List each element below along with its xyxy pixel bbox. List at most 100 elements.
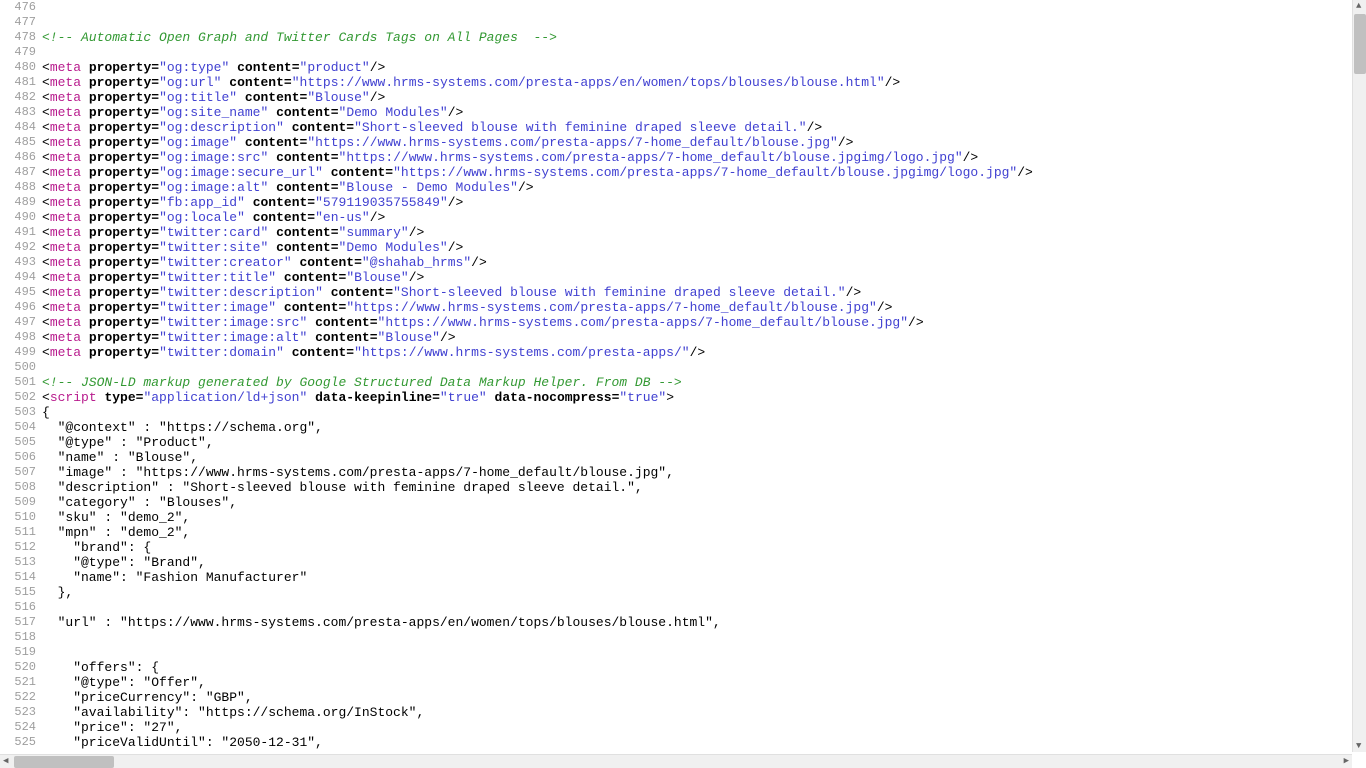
code-line[interactable]: <meta property="og:site_name" content="D… [42, 105, 1366, 120]
line-number: 486 [0, 150, 36, 165]
horizontal-scrollbar[interactable]: ◀ ▶ [0, 754, 1352, 768]
code-line[interactable]: "sku" : "demo_2", [42, 510, 1366, 525]
line-number-gutter: 4764774784794804814824834844854864874884… [0, 0, 42, 752]
line-number: 476 [0, 0, 36, 15]
line-number: 504 [0, 420, 36, 435]
code-line[interactable] [42, 45, 1366, 60]
code-line[interactable] [42, 600, 1366, 615]
horizontal-scroll-thumb[interactable] [14, 756, 114, 768]
line-number: 511 [0, 525, 36, 540]
line-number: 524 [0, 720, 36, 735]
code-line[interactable]: <meta property="og:title" content="Blous… [42, 90, 1366, 105]
code-line[interactable]: "availability": "https://schema.org/InSt… [42, 705, 1366, 720]
line-number: 508 [0, 480, 36, 495]
line-number: 507 [0, 465, 36, 480]
line-number: 482 [0, 90, 36, 105]
line-number: 525 [0, 735, 36, 750]
code-line[interactable]: <meta property="og:type" content="produc… [42, 60, 1366, 75]
vertical-scrollbar[interactable]: ▲ ▼ [1352, 0, 1366, 752]
code-line[interactable]: <meta property="og:image:src" content="h… [42, 150, 1366, 165]
code-line[interactable]: <meta property="twitter:title" content="… [42, 270, 1366, 285]
line-number: 512 [0, 540, 36, 555]
line-number: 480 [0, 60, 36, 75]
line-number: 506 [0, 450, 36, 465]
code-line[interactable] [42, 15, 1366, 30]
line-number: 502 [0, 390, 36, 405]
line-number: 516 [0, 600, 36, 615]
code-line[interactable]: "name": "Fashion Manufacturer" [42, 570, 1366, 585]
line-number: 517 [0, 615, 36, 630]
line-number: 487 [0, 165, 36, 180]
code-line[interactable]: <script type="application/ld+json" data-… [42, 390, 1366, 405]
scroll-up-icon[interactable]: ▲ [1356, 1, 1361, 11]
line-number: 514 [0, 570, 36, 585]
code-area[interactable]: <!-- Automatic Open Graph and Twitter Ca… [42, 0, 1366, 752]
vertical-scroll-thumb[interactable] [1354, 14, 1366, 74]
code-line[interactable]: <meta property="twitter:image:alt" conte… [42, 330, 1366, 345]
code-line[interactable]: "offers": { [42, 660, 1366, 675]
code-line[interactable]: <meta property="og:url" content="https:/… [42, 75, 1366, 90]
code-line[interactable]: "@type": "Brand", [42, 555, 1366, 570]
line-number: 501 [0, 375, 36, 390]
code-line[interactable]: <!-- Automatic Open Graph and Twitter Ca… [42, 30, 1366, 45]
code-line[interactable] [42, 360, 1366, 375]
line-number: 518 [0, 630, 36, 645]
line-number: 513 [0, 555, 36, 570]
scroll-down-icon[interactable]: ▼ [1356, 741, 1361, 751]
code-line[interactable]: }, [42, 585, 1366, 600]
code-line[interactable] [42, 645, 1366, 660]
line-number: 499 [0, 345, 36, 360]
scroll-right-icon[interactable]: ▶ [1344, 756, 1349, 766]
line-number: 496 [0, 300, 36, 315]
line-number: 481 [0, 75, 36, 90]
line-number: 494 [0, 270, 36, 285]
line-number: 493 [0, 255, 36, 270]
line-number: 479 [0, 45, 36, 60]
code-line[interactable]: { [42, 405, 1366, 420]
code-line[interactable]: "priceCurrency": "GBP", [42, 690, 1366, 705]
code-line[interactable]: "@context" : "https://schema.org", [42, 420, 1366, 435]
code-line[interactable]: "mpn" : "demo_2", [42, 525, 1366, 540]
line-number: 503 [0, 405, 36, 420]
line-number: 497 [0, 315, 36, 330]
code-line[interactable]: "brand": { [42, 540, 1366, 555]
code-line[interactable]: "url" : "https://www.hrms-systems.com/pr… [42, 615, 1366, 630]
line-number: 505 [0, 435, 36, 450]
code-line[interactable]: <meta property="og:image" content="https… [42, 135, 1366, 150]
code-line[interactable]: <meta property="twitter:image" content="… [42, 300, 1366, 315]
code-line[interactable]: "description" : "Short-sleeved blouse wi… [42, 480, 1366, 495]
code-line[interactable]: <meta property="og:description" content=… [42, 120, 1366, 135]
line-number: 521 [0, 675, 36, 690]
code-line[interactable]: "price": "27", [42, 720, 1366, 735]
scroll-left-icon[interactable]: ◀ [3, 756, 8, 766]
code-editor[interactable]: 4764774784794804814824834844854864874884… [0, 0, 1366, 752]
code-line[interactable]: <meta property="fb:app_id" content="5791… [42, 195, 1366, 210]
line-number: 490 [0, 210, 36, 225]
code-line[interactable]: "@type" : "Product", [42, 435, 1366, 450]
code-line[interactable]: <meta property="twitter:domain" content=… [42, 345, 1366, 360]
line-number: 483 [0, 105, 36, 120]
code-line[interactable]: "category" : "Blouses", [42, 495, 1366, 510]
code-line[interactable]: <meta property="og:locale" content="en-u… [42, 210, 1366, 225]
code-line[interactable] [42, 0, 1366, 15]
line-number: 484 [0, 120, 36, 135]
code-line[interactable]: "@type": "Offer", [42, 675, 1366, 690]
line-number: 491 [0, 225, 36, 240]
code-line[interactable]: <meta property="twitter:card" content="s… [42, 225, 1366, 240]
line-number: 522 [0, 690, 36, 705]
line-number: 477 [0, 15, 36, 30]
line-number: 515 [0, 585, 36, 600]
code-line[interactable]: <meta property="twitter:site" content="D… [42, 240, 1366, 255]
line-number: 509 [0, 495, 36, 510]
code-line[interactable]: <meta property="twitter:description" con… [42, 285, 1366, 300]
code-line[interactable]: <meta property="og:image:alt" content="B… [42, 180, 1366, 195]
code-line[interactable]: "priceValidUntil": "2050-12-31", [42, 735, 1366, 750]
code-line[interactable]: "image" : "https://www.hrms-systems.com/… [42, 465, 1366, 480]
code-line[interactable]: <meta property="twitter:creator" content… [42, 255, 1366, 270]
line-number: 489 [0, 195, 36, 210]
code-line[interactable]: <!-- JSON-LD markup generated by Google … [42, 375, 1366, 390]
code-line[interactable]: <meta property="twitter:image:src" conte… [42, 315, 1366, 330]
code-line[interactable]: <meta property="og:image:secure_url" con… [42, 165, 1366, 180]
code-line[interactable]: "name" : "Blouse", [42, 450, 1366, 465]
code-line[interactable] [42, 630, 1366, 645]
